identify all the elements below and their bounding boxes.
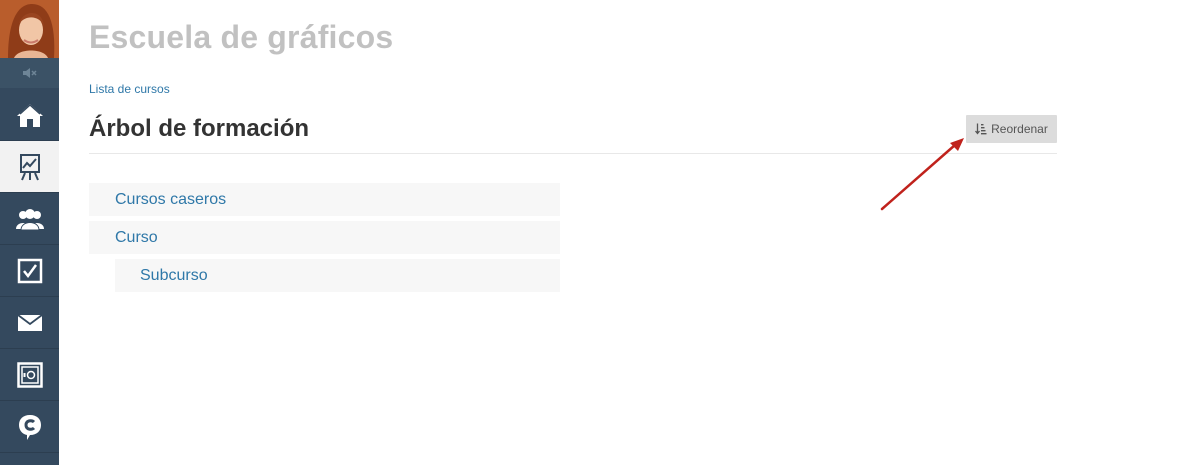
- sort-icon: [975, 123, 987, 135]
- tree-item-curso[interactable]: Curso: [89, 221, 560, 254]
- tree-item-label: Cursos caseros: [115, 190, 227, 208]
- mute-icon: [22, 68, 37, 78]
- reorder-button[interactable]: Reordenar: [966, 115, 1057, 143]
- sidebar-item-users[interactable]: [0, 193, 59, 245]
- breadcrumb-course-list[interactable]: Lista de cursos: [89, 82, 170, 96]
- sidebar-item-chat[interactable]: [0, 401, 59, 453]
- reorder-button-label: Reordenar: [991, 122, 1048, 136]
- page-title: Árbol de formación: [89, 115, 310, 142]
- sidebar-item-home[interactable]: [0, 89, 59, 141]
- user-avatar[interactable]: [0, 0, 59, 58]
- chart-board-icon: [19, 153, 40, 180]
- school-title: Escuela de gráficos: [89, 19, 394, 55]
- home-icon: [16, 103, 43, 127]
- tree-item-subcurso[interactable]: Subcurso: [115, 259, 560, 292]
- safe-icon: [16, 361, 43, 388]
- sidebar-item-safe[interactable]: [0, 349, 59, 401]
- sidebar-item-messages[interactable]: [0, 297, 59, 349]
- users-icon: [15, 208, 44, 230]
- tree-item-label: Subcurso: [140, 266, 208, 284]
- checkbox-icon: [17, 258, 42, 283]
- mute-toggle[interactable]: [0, 58, 59, 88]
- sidebar-item-courses[interactable]: [0, 141, 59, 193]
- chat-c-icon: [18, 414, 41, 440]
- tree-item-cursos-caseros[interactable]: Cursos caseros: [89, 183, 560, 216]
- sidebar-item-tasks[interactable]: [0, 245, 59, 297]
- title-divider: [89, 153, 1057, 154]
- sidebar: [0, 0, 59, 465]
- tree-item-label: Curso: [115, 228, 158, 246]
- mail-icon: [16, 313, 43, 331]
